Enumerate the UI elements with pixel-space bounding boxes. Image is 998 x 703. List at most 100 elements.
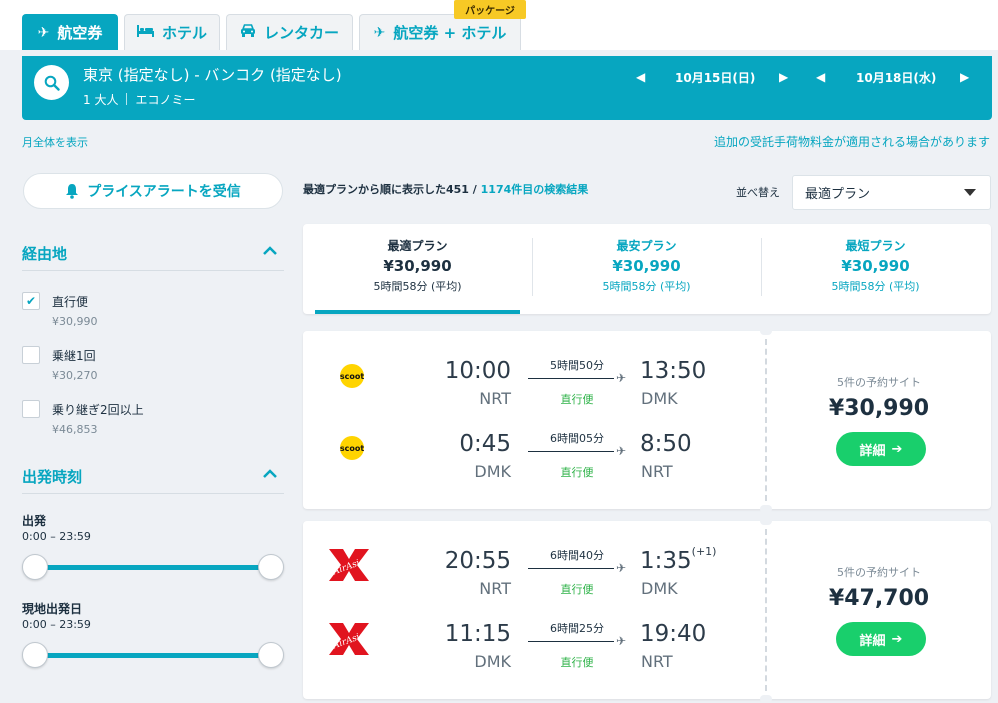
arrival-airport: NRT (641, 652, 673, 671)
bell-icon (66, 184, 79, 199)
arrow-right-icon: ➔ (891, 441, 903, 457)
next-return-date-icon[interactable]: ▶ (960, 70, 969, 84)
baggage-fee-link[interactable]: 追加の受託手荷物料金が適用される場合があります (714, 133, 990, 150)
airplane-hotel-icon: ✈ (373, 24, 386, 41)
passenger-count: 1 大人 (83, 93, 119, 107)
stops-two-plus-checkbox[interactable] (22, 400, 40, 418)
plan-tab-best[interactable]: 最適プラン ¥30,990 5時間58分 (平均) (303, 224, 532, 314)
svg-text:scoot: scoot (340, 372, 364, 381)
search-button[interactable] (34, 65, 69, 100)
stops-filter-title: 経由地 (22, 245, 68, 263)
tab-label: 航空券 (57, 24, 103, 42)
plan-duration: 5時間58分 (平均) (602, 280, 691, 293)
plane-icon: ✈ (616, 561, 627, 575)
scoot-logo: scoot (325, 434, 377, 466)
card-notch (760, 505, 772, 513)
cabin-class: エコノミー (135, 93, 196, 107)
month-view-link[interactable]: 月全体を表示 (22, 134, 88, 150)
bed-icon (136, 24, 154, 41)
stops-option-price: ¥30,270 (52, 369, 98, 382)
card-notch (760, 695, 772, 703)
prev-return-date-icon[interactable]: ◀ (816, 70, 825, 84)
local-departure-max-handle[interactable] (258, 642, 284, 668)
tab-label: ホテル (161, 24, 207, 42)
dropdown-caret-icon (964, 189, 976, 196)
stops-text: 直行便 (560, 656, 594, 669)
departure-time: 10:00 (444, 358, 511, 384)
departure-time-min-handle[interactable] (22, 554, 48, 580)
plan-tab-cheapest[interactable]: 最安プラン ¥30,990 5時間58分 (平均) (532, 224, 761, 314)
stops-option-label: 乗継1回 (52, 349, 96, 363)
departure-time-collapse-chevron-icon[interactable] (262, 467, 278, 483)
next-depart-date-icon[interactable]: ▶ (779, 70, 788, 84)
stops-direct-checkbox[interactable]: ✔ (22, 292, 40, 310)
departure-airport: NRT (479, 389, 511, 408)
departure-airport: DMK (474, 462, 511, 481)
scoot-logo: scoot (325, 362, 377, 394)
plan-duration: 5時間58分 (平均) (831, 280, 920, 293)
sort-select[interactable]: 最適プラン (792, 175, 991, 210)
return-date[interactable]: 10月18日(水) (856, 69, 936, 86)
sort-label: 並べ替え (736, 186, 780, 199)
stops-text: 直行便 (560, 583, 594, 596)
tab-rental-cars[interactable]: レンタカー (226, 14, 353, 50)
stops-option-label: 直行便 (52, 295, 89, 309)
local-departure-label: 現地出発日 (22, 602, 83, 616)
tab-label: 航空券 + ホテル (393, 24, 507, 42)
search-summary-bar[interactable]: 東京 (指定なし) - バンコク (指定なし) 1 大人 エコノミー ◀ 10月1… (22, 56, 992, 120)
departure-time-slider[interactable] (34, 565, 272, 570)
booking-sites-count: 5件の予約サイト (837, 566, 921, 579)
stops-one-checkbox[interactable] (22, 346, 40, 364)
departure-time-max-handle[interactable] (258, 554, 284, 580)
arrival-airport: DMK (641, 579, 678, 598)
plan-price: ¥30,990 (612, 257, 681, 275)
departure-time-filter-title: 出発時刻 (22, 468, 83, 486)
divider (22, 493, 284, 494)
arrival-time: 8:50 (640, 431, 692, 457)
car-icon (240, 24, 256, 41)
local-departure-min-handle[interactable] (22, 642, 48, 668)
detail-button[interactable]: 詳細 ➔ (836, 432, 926, 466)
plan-tab-fastest[interactable]: 最短プラン ¥30,990 5時間58分 (平均) (761, 224, 990, 314)
tab-flights[interactable]: ✈ 航空券 (22, 14, 118, 50)
svg-text:scoot: scoot (340, 444, 364, 453)
result-price: ¥47,700 (828, 586, 930, 611)
arrival-time: 1:35(+1) (640, 545, 717, 574)
stops-text: 直行便 (560, 393, 594, 406)
stops-option-price: ¥46,853 (52, 423, 98, 436)
package-badge: パッケージ (454, 0, 526, 19)
tab-hotels[interactable]: ホテル (124, 14, 220, 50)
detail-button[interactable]: 詳細 ➔ (836, 622, 926, 656)
depart-date[interactable]: 10月15日(日) (675, 69, 755, 86)
tab-flight-hotel[interactable]: ✈ 航空券 + ホテル (359, 14, 521, 50)
flight-path-line (528, 451, 614, 452)
plan-tabs: 最適プラン ¥30,990 5時間58分 (平均) 最安プラン ¥30,990 … (303, 224, 991, 314)
stops-option-price: ¥30,990 (52, 315, 98, 328)
divider (22, 270, 284, 271)
active-plan-indicator (315, 310, 520, 314)
detail-button-label: 詳細 (859, 633, 886, 649)
departure-airport: DMK (474, 652, 511, 671)
local-departure-slider[interactable] (34, 653, 272, 658)
tab-label: レンタカー (263, 24, 339, 42)
result-price: ¥30,990 (828, 396, 930, 421)
product-tabs: ✈ 航空券 ホテル レンタカー ✈ 航空券 + ホテル パッケージ (0, 0, 998, 50)
plane-icon: ✈ (616, 634, 627, 648)
price-alert-button[interactable]: プライスアラートを受信 (23, 173, 283, 209)
price-alert-label: プライスアラートを受信 (87, 184, 241, 200)
sort-select-value: 最適プラン (805, 187, 871, 202)
plan-price: ¥30,990 (841, 257, 910, 275)
airasia-logo: AirAsia (325, 621, 373, 661)
flight-path-line (528, 568, 614, 569)
card-notch (760, 327, 772, 335)
plane-icon: ✈ (616, 444, 627, 458)
departure-time: 11:15 (444, 621, 511, 647)
booking-sites-count: 5件の予約サイト (837, 376, 921, 389)
detail-button-label: 詳細 (859, 443, 886, 459)
search-icon (44, 75, 60, 91)
prev-depart-date-icon[interactable]: ◀ (636, 70, 645, 84)
results-count-prefix: 最適プランから順に表示した451 / (303, 183, 481, 196)
flight-duration: 6時間05分 (550, 432, 604, 445)
stops-option-label: 乗り継ぎ2回以上 (52, 403, 144, 417)
stops-collapse-chevron-icon[interactable] (262, 244, 278, 260)
